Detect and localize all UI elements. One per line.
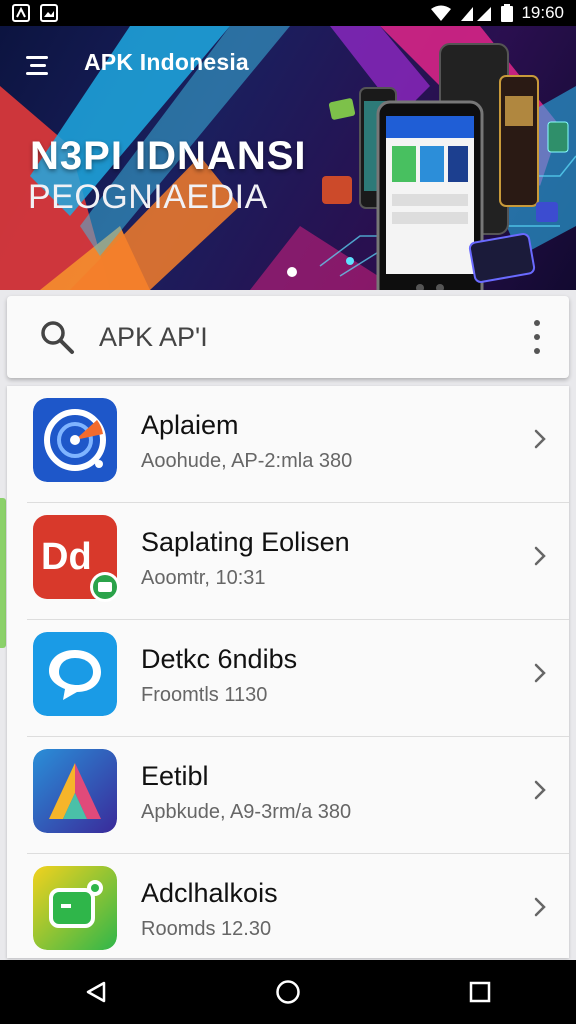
list-item[interactable]: Detkc 6ndibs Froomtls 1130 <box>7 620 569 737</box>
list-item[interactable]: Eetibl Apbkude, A9-3rm/a 380 <box>7 737 569 854</box>
chevron-right-icon <box>534 780 546 800</box>
app-list: Aplaiem Aoohude, AP-2:mla 380 Dd Saplati… <box>7 386 569 958</box>
status-right: 19:60 <box>431 3 564 23</box>
banner-subline: PEOGNIAEDIA <box>28 178 268 216</box>
svg-text:Dd: Dd <box>41 536 92 578</box>
app-notification-icon <box>12 4 30 22</box>
app-subtitle: Aoohude, AP-2:mla 380 <box>141 450 353 472</box>
list-item[interactable]: Dd Saplating Eolisen Aoomtr, 10:31 <box>7 503 569 620</box>
chevron-right-icon <box>534 429 546 449</box>
app-subtitle: Froomtls 1130 <box>141 684 268 706</box>
image-notification-icon <box>40 4 58 22</box>
hamburger-line <box>26 55 48 59</box>
search-input[interactable]: APK AP'I <box>99 322 208 353</box>
green-message-icon <box>33 866 117 950</box>
app-title: Detkc 6ndibs <box>141 644 298 674</box>
home-icon <box>276 980 300 1004</box>
battery-icon <box>501 4 514 22</box>
back-icon <box>86 981 106 1003</box>
chevron-right-icon <box>534 897 546 917</box>
status-bar: 19:60 <box>0 0 576 26</box>
hamburger-line <box>30 63 46 67</box>
status-left <box>12 4 58 22</box>
radar-target-icon <box>33 398 117 482</box>
system-nav-bar <box>0 960 576 1024</box>
hero-banner[interactable]: APK Indonesia N3PI IDNANSI PEOGNIAEDIA <box>0 26 576 290</box>
back-button[interactable] <box>76 972 116 1012</box>
recents-icon <box>469 981 491 1003</box>
side-accent-bar <box>0 498 6 648</box>
chevron-right-icon <box>534 663 546 683</box>
banner-headline: N3PI IDNANSI <box>30 134 307 178</box>
triangle-logo-icon <box>33 749 117 833</box>
app-title: Eetibl <box>141 761 209 791</box>
dd-logo-icon: Dd <box>33 515 120 602</box>
hamburger-line <box>26 71 48 75</box>
app-subtitle: Roomds 12.30 <box>141 918 272 940</box>
chevron-right-icon <box>534 546 546 566</box>
app-title: Saplating Eolisen <box>141 527 350 557</box>
search-bar[interactable]: APK AP'I <box>7 296 569 378</box>
dot <box>534 334 540 340</box>
recents-button[interactable] <box>460 972 500 1012</box>
carousel-indicator-dot[interactable] <box>287 267 297 277</box>
menu-button[interactable] <box>26 50 56 80</box>
app-subtitle: Aoomtr, 10:31 <box>141 567 266 589</box>
app-title: Adclhalkois <box>141 878 278 908</box>
chat-bubble-icon <box>33 632 117 716</box>
list-item[interactable]: Adclhalkois Roomds 12.30 <box>7 854 569 958</box>
wifi-icon <box>431 5 452 21</box>
dot <box>534 348 540 354</box>
status-time: 19:60 <box>521 3 564 22</box>
app-title: Aplaiem <box>141 410 239 440</box>
signal-icon <box>461 7 492 21</box>
home-button[interactable] <box>268 972 308 1012</box>
app-title: APK Indonesia <box>84 49 249 75</box>
list-item[interactable]: Aplaiem Aoohude, AP-2:mla 380 <box>7 386 569 503</box>
more-vert-icon[interactable] <box>527 320 547 354</box>
search-icon[interactable] <box>39 319 75 355</box>
app-subtitle: Apbkude, A9-3rm/a 380 <box>141 801 352 823</box>
dot <box>534 320 540 326</box>
